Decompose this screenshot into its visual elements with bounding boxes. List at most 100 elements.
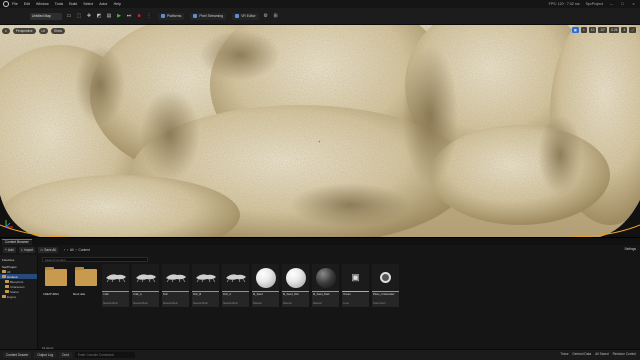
rotation-snap-value[interactable]: 10° <box>598 27 608 33</box>
asset-name: M_Sand_Wet <box>283 293 299 296</box>
asset-thumbnail <box>372 264 399 291</box>
save-all-button[interactable]: ▭ Save All <box>38 247 58 253</box>
trace-button[interactable]: Trace <box>561 352 569 356</box>
level-viewport[interactable]: ≡ Perspective Lit Show ▦ ⌖ 10 10° 0.25 4… <box>0 25 640 237</box>
forward-icon[interactable]: › <box>67 248 68 252</box>
asset-name: Fish <box>163 293 168 296</box>
material-sphere-icon <box>255 267 276 288</box>
save-icon[interactable]: ▭ <box>66 13 72 19</box>
asset-tile[interactable]: Crab_A Skeletal Mesh <box>132 264 159 307</box>
asset-type: Skeletal Mesh <box>103 302 119 305</box>
main-toolbar: Untitled Map ▭ ⬚ ✚ ◩ ▤ ▶ ⏭ ■ ⋮ Platforms… <box>0 8 640 25</box>
menu-build[interactable]: Build <box>69 2 77 6</box>
play-options-icon[interactable]: ⋮ <box>146 13 152 19</box>
tree-item-engine[interactable]: Engine <box>0 294 37 299</box>
vr-editor-button[interactable]: VR Editor <box>232 12 259 20</box>
cmd-dropdown[interactable]: Cmd <box>59 352 72 358</box>
asset-type-stripe <box>282 291 309 292</box>
add-actor-icon[interactable]: ✚ <box>86 13 92 19</box>
camera-speed-value[interactable]: 4 <box>621 27 628 33</box>
derived-data-button[interactable]: Derived Data <box>573 352 592 356</box>
lit-mode-button[interactable]: Lit <box>38 27 48 34</box>
favorites-header[interactable]: Favorites <box>0 257 37 262</box>
settings-button[interactable]: Settings <box>624 247 636 251</box>
asset-tile[interactable]: Plane_Underwater Static Mesh <box>372 264 399 307</box>
asset-thumbnail <box>192 264 219 291</box>
level-icon: ▣ <box>351 272 360 282</box>
asset-tile[interactable]: Crab Skeletal Mesh <box>102 264 129 307</box>
asset-name: M_Sand_Dark <box>313 293 330 296</box>
asset-tile[interactable]: Fish Skeletal Mesh <box>162 264 189 307</box>
add-button[interactable]: + Add <box>3 247 16 253</box>
select-mode-icon[interactable]: ⬚ <box>76 13 82 19</box>
breadcrumb-all[interactable]: All <box>70 248 74 252</box>
asset-tile[interactable]: ▣ Ocean Level <box>342 264 369 307</box>
viewport-options-button[interactable]: ≡ <box>2 27 10 34</box>
source-control-icon[interactable]: ⚙ <box>263 13 269 19</box>
sand-scene <box>0 25 640 237</box>
play-icon[interactable]: ▶ <box>116 13 122 19</box>
crosshair-icon: + <box>318 139 321 144</box>
close-icon[interactable]: × <box>631 1 636 6</box>
asset-type: Material <box>253 302 262 305</box>
menu-edit[interactable]: Edit <box>24 2 30 6</box>
tab-content-browser[interactable]: Content Browser <box>2 238 32 245</box>
status-right: Trace Derived Data All Saved Revision Co… <box>561 352 637 356</box>
project-name: SpcProject <box>585 1 603 6</box>
asset-tile[interactable]: M_Sand Material <box>252 264 279 307</box>
sources-panel: Favorites SpcProject All Content Bluepri… <box>0 255 38 350</box>
menu-select[interactable]: Select <box>83 2 93 6</box>
maximize-viewport-icon[interactable]: ⤢ <box>629 27 636 33</box>
asset-thumbnail <box>252 264 279 291</box>
cinematics-icon[interactable]: ▤ <box>106 13 112 19</box>
asset-tile[interactable]: Fish_B Skeletal Mesh <box>192 264 219 307</box>
asset-tile[interactable]: M_Sand_Dark Material <box>312 264 339 307</box>
menu-help[interactable]: Help <box>114 2 121 6</box>
select-transform-icon[interactable]: ▦ <box>571 27 579 33</box>
stop-icon[interactable]: ■ <box>136 13 142 19</box>
save-all-label: Save All <box>44 248 56 252</box>
platforms-label: Platforms <box>167 14 182 18</box>
asset-type-stripe <box>162 291 189 292</box>
console-input[interactable]: Enter Console Command <box>74 352 135 358</box>
grid-snap-value[interactable]: 10 <box>588 27 597 33</box>
viewport-toolbar: ≡ Perspective Lit Show ▦ ⌖ 10 10° 0.25 4… <box>2 27 638 34</box>
tree-item-label: Starter <box>10 289 20 294</box>
snap-icon[interactable]: ⊞ <box>273 13 279 19</box>
world-local-icon[interactable]: ⌖ <box>580 27 587 33</box>
menu-file[interactable]: File <box>12 2 18 6</box>
pixel-streaming-button[interactable]: Pixel Streaming <box>190 12 227 20</box>
menu-window[interactable]: Window <box>36 2 49 6</box>
asset-type: Material <box>313 302 322 305</box>
asset-type: Static Mesh <box>373 302 386 305</box>
perspective-button[interactable]: Perspective <box>12 27 36 34</box>
show-flags-button[interactable]: Show <box>50 27 65 34</box>
save-status[interactable]: All Saved <box>595 352 608 356</box>
back-icon[interactable]: ‹ <box>64 248 65 252</box>
menu-actor[interactable]: Actor <box>99 2 107 6</box>
maximize-icon[interactable]: □ <box>620 1 625 6</box>
platforms-button[interactable]: Platforms <box>158 12 185 20</box>
revision-control-button[interactable]: Revision Control <box>613 352 636 356</box>
breadcrumb-content[interactable]: Content <box>79 248 90 252</box>
creature-mesh-icon <box>105 271 127 284</box>
asset-name: Mesh data <box>73 293 86 296</box>
asset-tile[interactable]: Fish_C Skeletal Mesh <box>222 264 249 307</box>
step-icon[interactable]: ⏭ <box>126 13 132 19</box>
import-button[interactable]: ⇩ Import <box>18 247 36 253</box>
content-drawer-button[interactable]: Content Drawer <box>3 352 32 358</box>
level-tab[interactable]: Untitled Map <box>30 12 62 20</box>
folder-tile[interactable]: CREATURES <box>42 264 69 307</box>
asset-type-stripe <box>252 291 279 292</box>
menu-tools[interactable]: Tools <box>55 2 63 6</box>
tree-item-label: Content <box>7 274 18 279</box>
asset-type: Skeletal Mesh <box>163 302 179 305</box>
scale-snap-value[interactable]: 0.25 <box>609 27 620 33</box>
folder-tile[interactable]: Mesh data <box>72 264 99 307</box>
search-input[interactable]: Search Content <box>42 257 148 262</box>
minimize-icon[interactable]: – <box>609 1 614 6</box>
output-log-button[interactable]: Output Log <box>34 352 57 358</box>
asset-tile[interactable]: M_Sand_Wet Material <box>282 264 309 307</box>
unreal-logo-icon[interactable] <box>3 1 9 7</box>
blueprint-icon[interactable]: ◩ <box>96 13 102 19</box>
